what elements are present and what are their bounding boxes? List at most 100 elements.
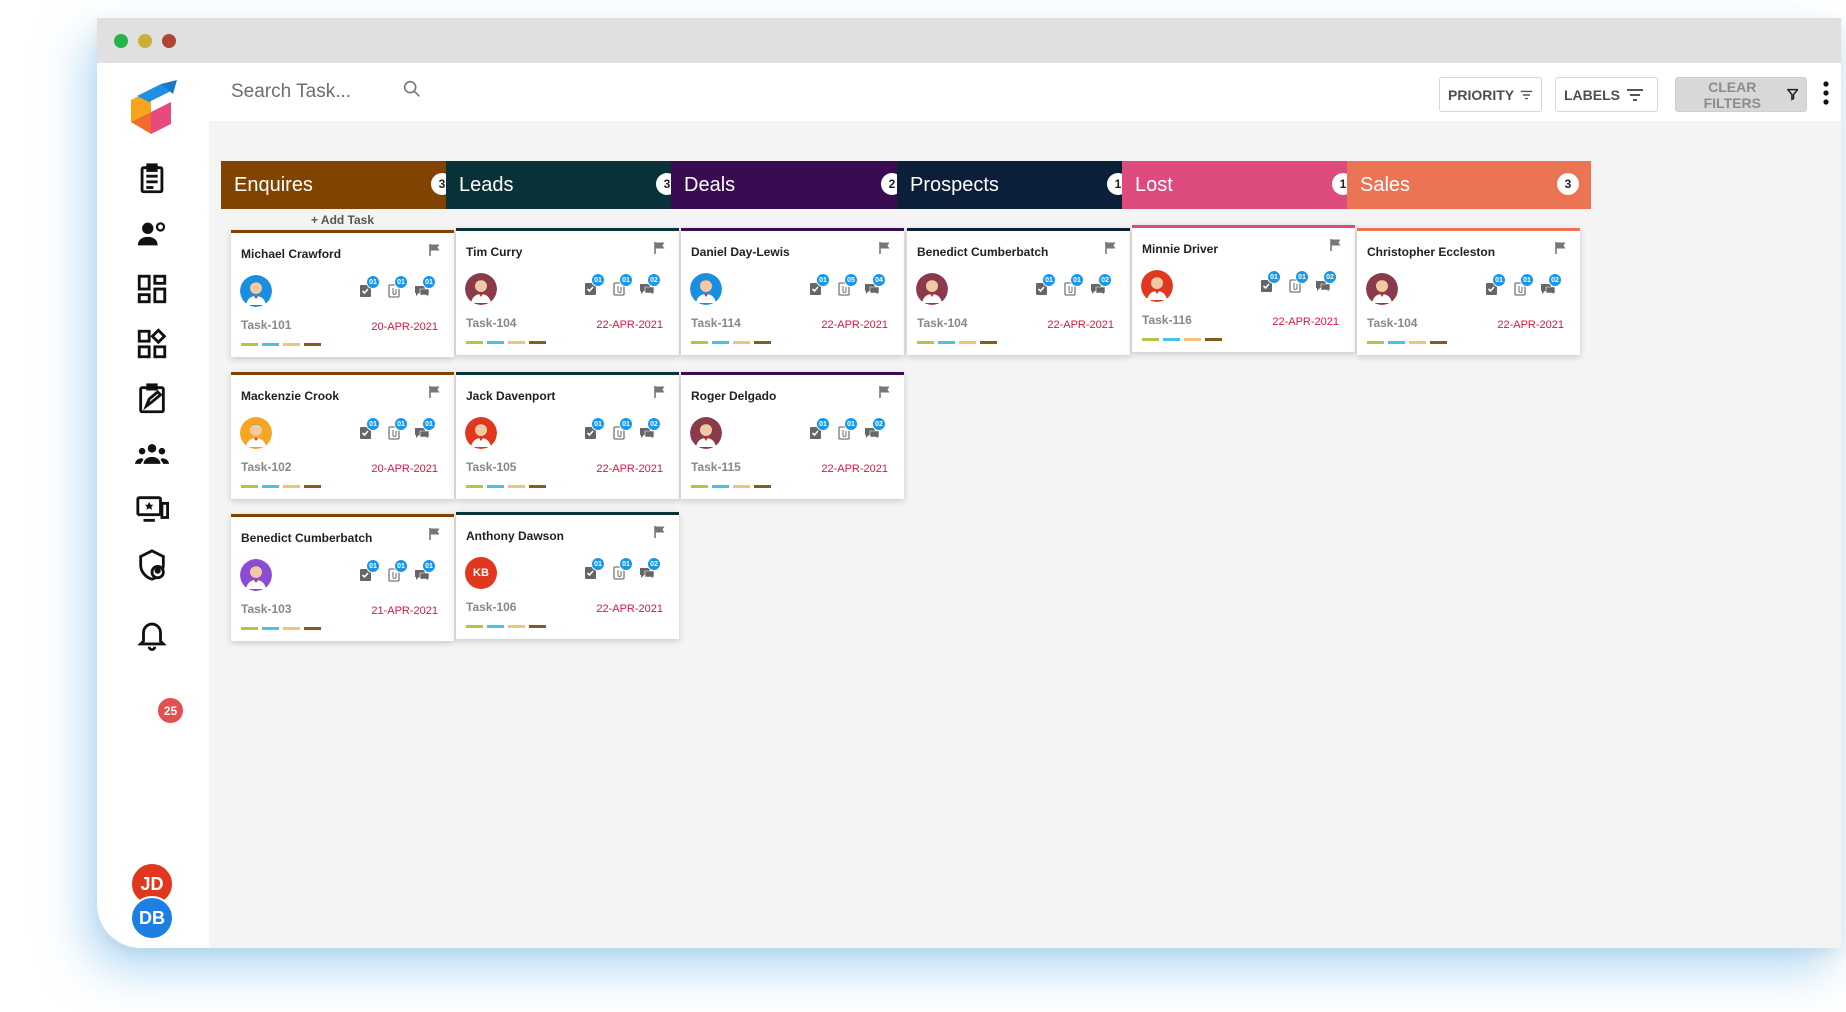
search-icon[interactable] <box>401 78 423 100</box>
add-task-link[interactable]: + Add Task <box>311 213 374 227</box>
flag-icon[interactable] <box>653 525 667 539</box>
checklist-icon[interactable]: 01 <box>808 417 836 445</box>
clear-filters-button[interactable]: CLEAR FILTERS <box>1675 77 1807 112</box>
card-due-date: 22-APR-2021 <box>821 319 888 331</box>
flag-icon[interactable] <box>428 385 442 399</box>
nav-team-icon[interactable] <box>133 435 171 473</box>
nav-tasks-clipboard-icon[interactable] <box>133 160 171 198</box>
label-bar <box>508 341 525 344</box>
checklist-icon[interactable]: 01 <box>583 273 611 301</box>
more-options-kebab-icon[interactable] <box>1821 80 1831 106</box>
window-close-button[interactable] <box>114 34 128 48</box>
attachment-icon[interactable]: 01 <box>1062 273 1090 301</box>
window-minimize-button[interactable] <box>138 34 152 48</box>
comments-icon[interactable]: 01 <box>414 275 442 303</box>
attachment-icon[interactable]: 01 <box>386 559 414 587</box>
comments-icon[interactable]: 02 <box>1315 270 1343 298</box>
card-task-id: Task-104 <box>917 316 968 330</box>
labels-filter-label: LABELS <box>1564 86 1620 103</box>
attachment-icon[interactable]: 01 <box>611 273 639 301</box>
nav-user-settings-icon[interactable] <box>133 215 171 253</box>
column-title: Enquires <box>234 173 313 196</box>
task-card[interactable]: Jack Davenport 01 01 02 Task-105 22-APR-2021 <box>456 372 679 499</box>
comments-icon[interactable]: 02 <box>639 417 667 445</box>
flag-icon[interactable] <box>428 527 442 541</box>
top-toolbar: PRIORITY LABELS CLEAR FILTERS <box>209 63 1841 121</box>
priority-filter-button[interactable]: PRIORITY <box>1439 77 1542 112</box>
nav-featured-screen-icon[interactable] <box>133 490 171 528</box>
task-card[interactable]: Anthony Dawson KB 01 01 02 Task-106 22-APR-202… <box>456 512 679 639</box>
comments-icon[interactable]: 02 <box>639 557 667 585</box>
nav-notifications-bell-icon[interactable] <box>133 615 171 653</box>
label-bar <box>304 343 321 346</box>
flag-icon[interactable] <box>428 243 442 257</box>
nav-widgets-icon[interactable] <box>133 325 171 363</box>
checklist-icon[interactable]: 01 <box>1484 273 1512 301</box>
comments-icon[interactable]: 02 <box>1540 273 1568 301</box>
label-bar <box>712 341 729 344</box>
card-label-bars <box>466 625 548 628</box>
search-input[interactable] <box>231 77 411 107</box>
funnel-icon <box>1786 88 1798 101</box>
label-bar <box>529 485 546 488</box>
nav-dashboard-icon[interactable] <box>133 270 171 308</box>
label-bar <box>262 627 279 630</box>
checklist-icon[interactable]: 01 <box>808 273 836 301</box>
labels-filter-button[interactable]: LABELS <box>1555 77 1658 112</box>
comments-icon[interactable]: 02 <box>639 273 667 301</box>
comments-icon[interactable]: 02 <box>1090 273 1118 301</box>
attachment-icon[interactable]: 01 <box>836 417 864 445</box>
checklist-icon[interactable]: 01 <box>358 275 386 303</box>
comments-icon[interactable]: 04 <box>864 273 892 301</box>
label-bar <box>466 625 483 628</box>
flag-icon[interactable] <box>1329 238 1343 252</box>
nav-edit-assignment-icon[interactable] <box>133 380 171 418</box>
flag-icon[interactable] <box>878 241 892 255</box>
attachment-icon[interactable]: 01 <box>1287 270 1315 298</box>
attachment-icon[interactable]: 01 <box>386 417 414 445</box>
attachment-icon[interactable]: 01 <box>611 417 639 445</box>
task-card[interactable]: Tim Curry 01 01 02 Task-104 22-APR-2021 <box>456 228 679 355</box>
flag-icon[interactable] <box>653 241 667 255</box>
card-label-bars <box>917 341 999 344</box>
attachment-icon[interactable]: 01 <box>386 275 414 303</box>
card-label-bars <box>241 485 323 488</box>
task-card[interactable]: Daniel Day-Lewis 01 05 04 Task-114 22-APR-202… <box>681 228 904 355</box>
comments-icon[interactable]: 02 <box>864 417 892 445</box>
user-avatar-db[interactable]: DB <box>130 896 174 940</box>
label-bar <box>466 485 483 488</box>
label-bar <box>733 485 750 488</box>
task-card[interactable]: Michael Crawford 01 01 01 Task-101 20-APR-202… <box>231 230 454 357</box>
comments-icon[interactable]: 01 <box>414 559 442 587</box>
task-card[interactable]: Mackenzie Crook 01 01 01 Task-102 20-APR-2021 <box>231 372 454 499</box>
attachment-icon[interactable]: 01 <box>611 557 639 585</box>
checklist-icon[interactable]: 01 <box>1034 273 1062 301</box>
card-assignee-name: Michael Crawford <box>241 247 342 261</box>
comments-icon[interactable]: 01 <box>414 417 442 445</box>
checklist-icon[interactable]: 01 <box>358 417 386 445</box>
task-card[interactable]: Christopher Eccleston 01 01 02 Task-104 22-AP… <box>1357 228 1580 355</box>
flag-icon[interactable] <box>878 385 892 399</box>
attachment-icon[interactable]: 05 <box>836 273 864 301</box>
task-card[interactable]: Roger Delgado 01 01 02 Task-115 22-APR-2021 <box>681 372 904 499</box>
flag-icon[interactable] <box>1554 241 1568 255</box>
attachment-icon[interactable]: 01 <box>1512 273 1540 301</box>
card-task-id: Task-115 <box>691 460 741 474</box>
task-card[interactable]: Benedict Cumberbatch 01 01 01 Task-103 21-APR… <box>231 514 454 641</box>
column-count-badge: 3 <box>1557 173 1579 195</box>
window-maximize-button[interactable] <box>162 34 176 48</box>
label-bar <box>508 625 525 628</box>
checklist-icon[interactable]: 01 <box>583 557 611 585</box>
card-meta: 01 01 02 <box>583 417 667 447</box>
checklist-icon[interactable]: 01 <box>583 417 611 445</box>
task-card[interactable]: Minnie Driver 01 01 02 Task-116 22-APR-2021 <box>1132 225 1355 352</box>
flag-icon[interactable] <box>653 385 667 399</box>
checklist-icon[interactable]: 01 <box>1259 270 1287 298</box>
label-bar <box>487 485 504 488</box>
task-card[interactable]: Benedict Cumberbatch 01 01 02 Task-104 22-APR… <box>907 228 1130 355</box>
column-header-4: Lost 1 <box>1122 161 1366 209</box>
flag-icon[interactable] <box>1104 241 1118 255</box>
nav-security-shield-icon[interactable] <box>133 546 171 584</box>
meta-count-badge: 01 <box>591 273 605 287</box>
checklist-icon[interactable]: 01 <box>358 559 386 587</box>
